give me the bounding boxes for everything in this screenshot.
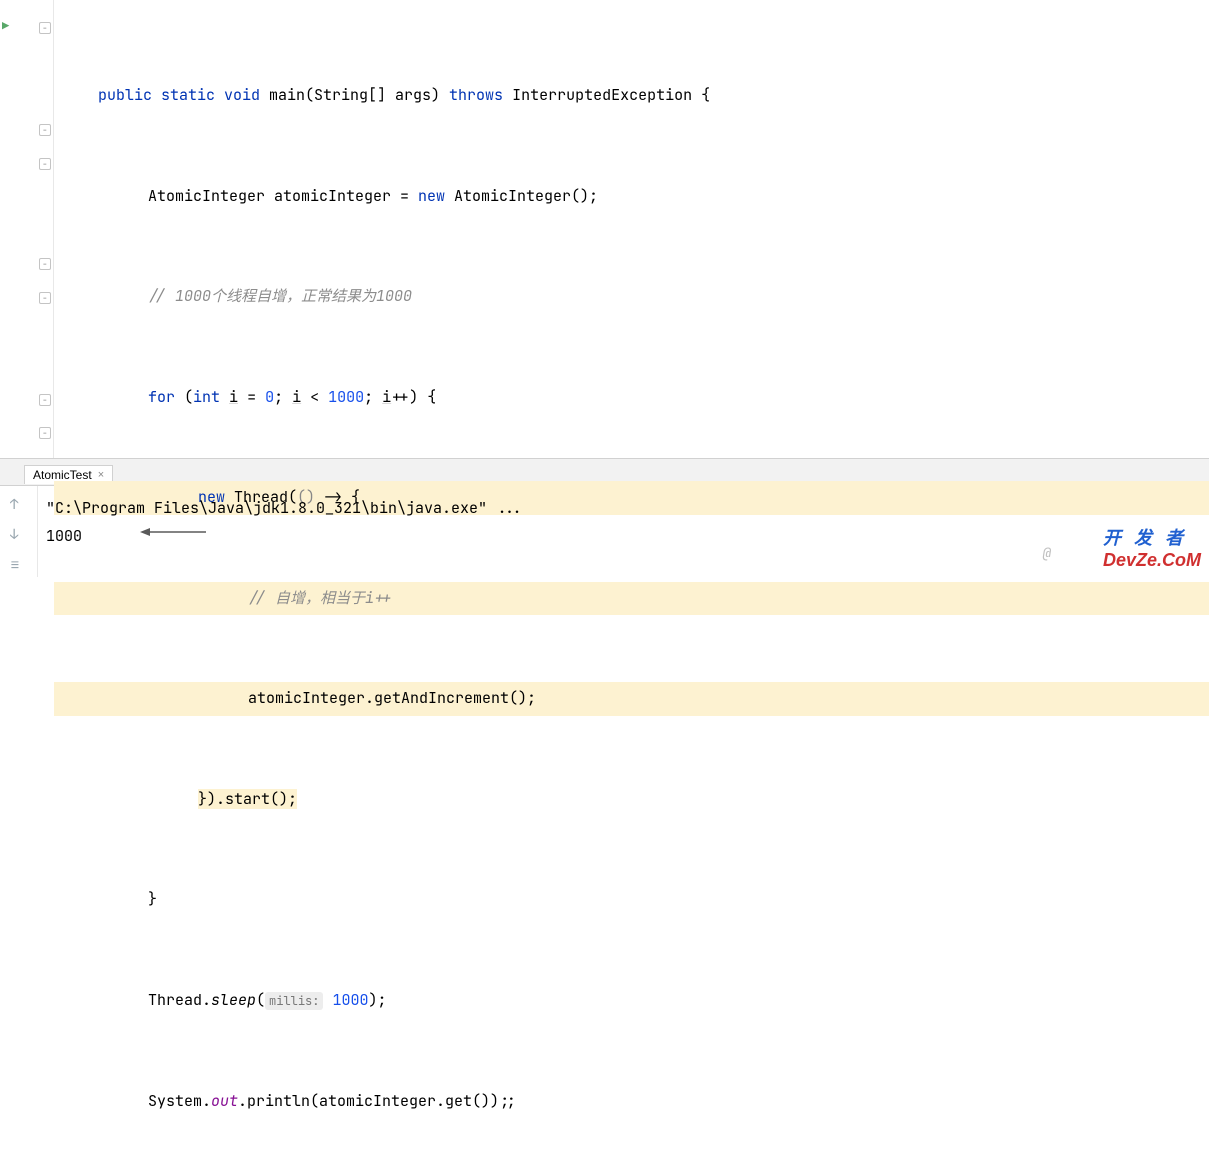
code-line: for (int i = 0; i < 1000; i++) { [54, 381, 1209, 415]
fold-marker-icon[interactable]: − [39, 427, 51, 439]
code-line: System.out.println(atomicInteger.get());… [54, 1085, 1209, 1119]
code-line: // 1000个线程自增，正常结果为1000 [54, 280, 1209, 314]
watermark-text: 开 发 者 [1103, 524, 1201, 550]
code-editor[interactable]: ▶ − − − − − − − public static void main(… [0, 0, 1209, 458]
fold-marker-icon[interactable]: − [39, 158, 51, 170]
down-arrow-icon[interactable]: ↓ [10, 526, 18, 544]
console-output[interactable]: "C:\Program Files\Java\jdk1.8.0_321\bin\… [38, 486, 1209, 577]
code-line: AtomicInteger atomicInteger = new Atomic… [54, 180, 1209, 214]
wrap-icon[interactable]: ≡ [10, 554, 20, 575]
code-line: } [54, 883, 1209, 917]
up-arrow-icon[interactable]: ↑ [10, 496, 18, 514]
fold-marker-icon[interactable]: − [39, 292, 51, 304]
fold-marker-icon[interactable]: − [39, 22, 51, 34]
code-line: Thread.sleep(millis: 1000); [54, 984, 1209, 1019]
fold-marker-icon[interactable]: − [39, 258, 51, 270]
console-line: "C:\Program Files\Java\jdk1.8.0_321\bin\… [46, 494, 1201, 522]
fold-marker-icon[interactable]: − [39, 124, 51, 136]
code-line: }).start(); [54, 783, 1209, 817]
console-gutter: ↑ ↓ ≡ [0, 486, 38, 577]
watermark-at: @ [1043, 545, 1051, 563]
fold-marker-icon[interactable]: − [39, 394, 51, 406]
watermark-text: DevZe.CoM [1103, 550, 1201, 570]
console-line: 1000 [46, 522, 1201, 550]
code-content[interactable]: public static void main(String[] args) t… [54, 0, 1209, 458]
annotation-arrow-icon [138, 524, 208, 540]
param-hint: millis: [265, 992, 323, 1010]
run-gutter-icon[interactable]: ▶ [2, 18, 9, 34]
code-line: // 自增，相当于i++ [54, 582, 1209, 616]
watermark: 开 发 者 DevZe.CoM [1103, 524, 1201, 571]
code-line: public static void main(String[] args) t… [54, 79, 1209, 113]
code-line: atomicInteger.getAndIncrement(); [54, 682, 1209, 716]
console-panel: ↑ ↓ ≡ "C:\Program Files\Java\jdk1.8.0_32… [0, 486, 1209, 577]
editor-gutter: ▶ − − − − − − − [0, 0, 54, 458]
